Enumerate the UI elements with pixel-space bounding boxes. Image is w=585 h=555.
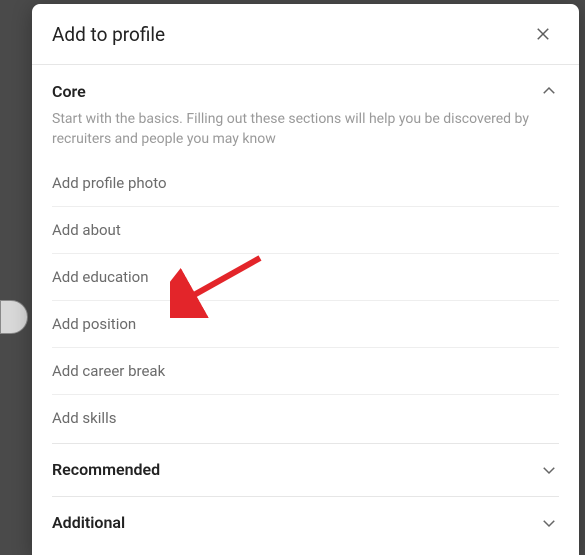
close-icon (534, 25, 552, 43)
chevron-down-icon (539, 513, 559, 533)
modal-title: Add to profile (52, 23, 165, 46)
modal-body: Core Start with the basics. Filling out … (32, 65, 579, 555)
chevron-down-icon (539, 460, 559, 480)
add-about-item[interactable]: Add about (52, 207, 559, 254)
core-section-title: Core (52, 82, 86, 101)
close-button[interactable] (527, 18, 559, 50)
add-skills-item[interactable]: Add skills (52, 395, 559, 441)
modal-header: Add to profile (32, 4, 579, 65)
additional-section-title: Additional (52, 513, 125, 532)
recommended-section-title: Recommended (52, 460, 160, 479)
add-career-break-item[interactable]: Add career break (52, 348, 559, 395)
core-section-header[interactable]: Core (52, 65, 559, 107)
recommended-section-header[interactable]: Recommended (52, 444, 559, 497)
add-position-item[interactable]: Add position (52, 301, 559, 348)
core-section-description: Start with the basics. Filling out these… (52, 107, 559, 160)
add-education-item[interactable]: Add education (52, 254, 559, 301)
chevron-up-icon (539, 81, 559, 101)
additional-section-header[interactable]: Additional (52, 497, 559, 549)
add-to-profile-modal: Add to profile Core Start with the basic… (32, 4, 579, 555)
add-profile-photo-item[interactable]: Add profile photo (52, 160, 559, 207)
background-element (0, 300, 28, 334)
